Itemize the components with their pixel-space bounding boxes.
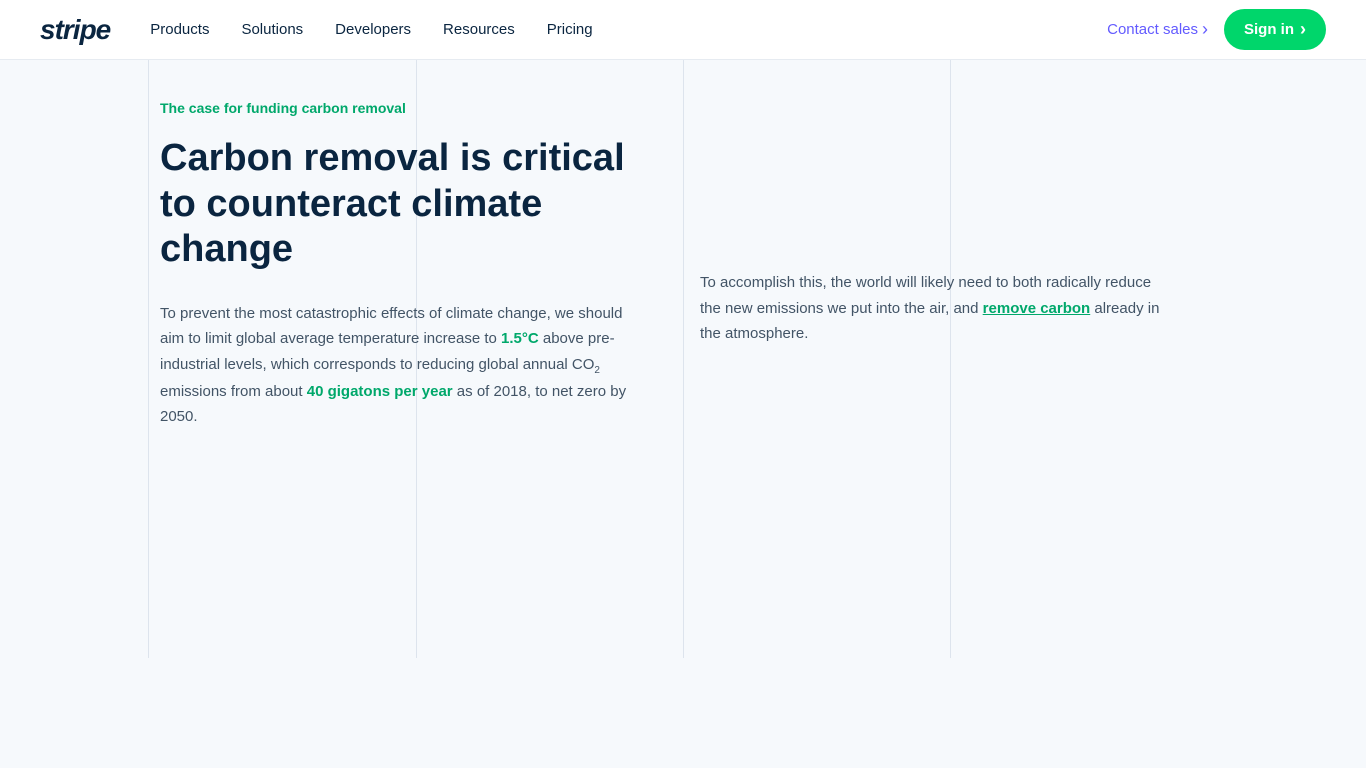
nav-links: Products Solutions Developers Resources … — [150, 21, 1107, 38]
nav-products[interactable]: Products — [150, 21, 209, 38]
nav-pricing[interactable]: Pricing — [547, 21, 593, 38]
sign-in-button[interactable]: Sign in — [1224, 9, 1326, 50]
nav-developers[interactable]: Developers — [335, 21, 411, 38]
contact-sales-button[interactable]: Contact sales — [1107, 19, 1208, 40]
section-label: The case for funding carbon removal — [160, 100, 640, 116]
right-body-text: To accomplish this, the world will likel… — [700, 270, 1160, 347]
left-text-gigatons-intro: emissions from about — [160, 383, 307, 400]
left-column: The case for funding carbon removal Carb… — [160, 100, 680, 430]
remove-carbon-link[interactable]: remove carbon — [983, 300, 1091, 317]
main-content: The case for funding carbon removal Carb… — [0, 60, 1366, 470]
stripe-logo[interactable]: stripe — [40, 14, 110, 46]
left-body-text: To prevent the most catastrophic effects… — [160, 301, 640, 430]
navbar: stripe Products Solutions Developers Res… — [0, 0, 1366, 60]
gigatons-highlight: 40 gigatons per year — [307, 383, 453, 400]
right-column: To accomplish this, the world will likel… — [680, 100, 1160, 430]
nav-resources[interactable]: Resources — [443, 21, 515, 38]
co2-subscript: 2 — [594, 365, 600, 376]
navbar-right: Contact sales Sign in — [1107, 9, 1326, 50]
nav-solutions[interactable]: Solutions — [241, 21, 303, 38]
temp-highlight: 1.5°C — [501, 330, 539, 347]
main-heading: Carbon removal is critical to counteract… — [160, 136, 640, 273]
